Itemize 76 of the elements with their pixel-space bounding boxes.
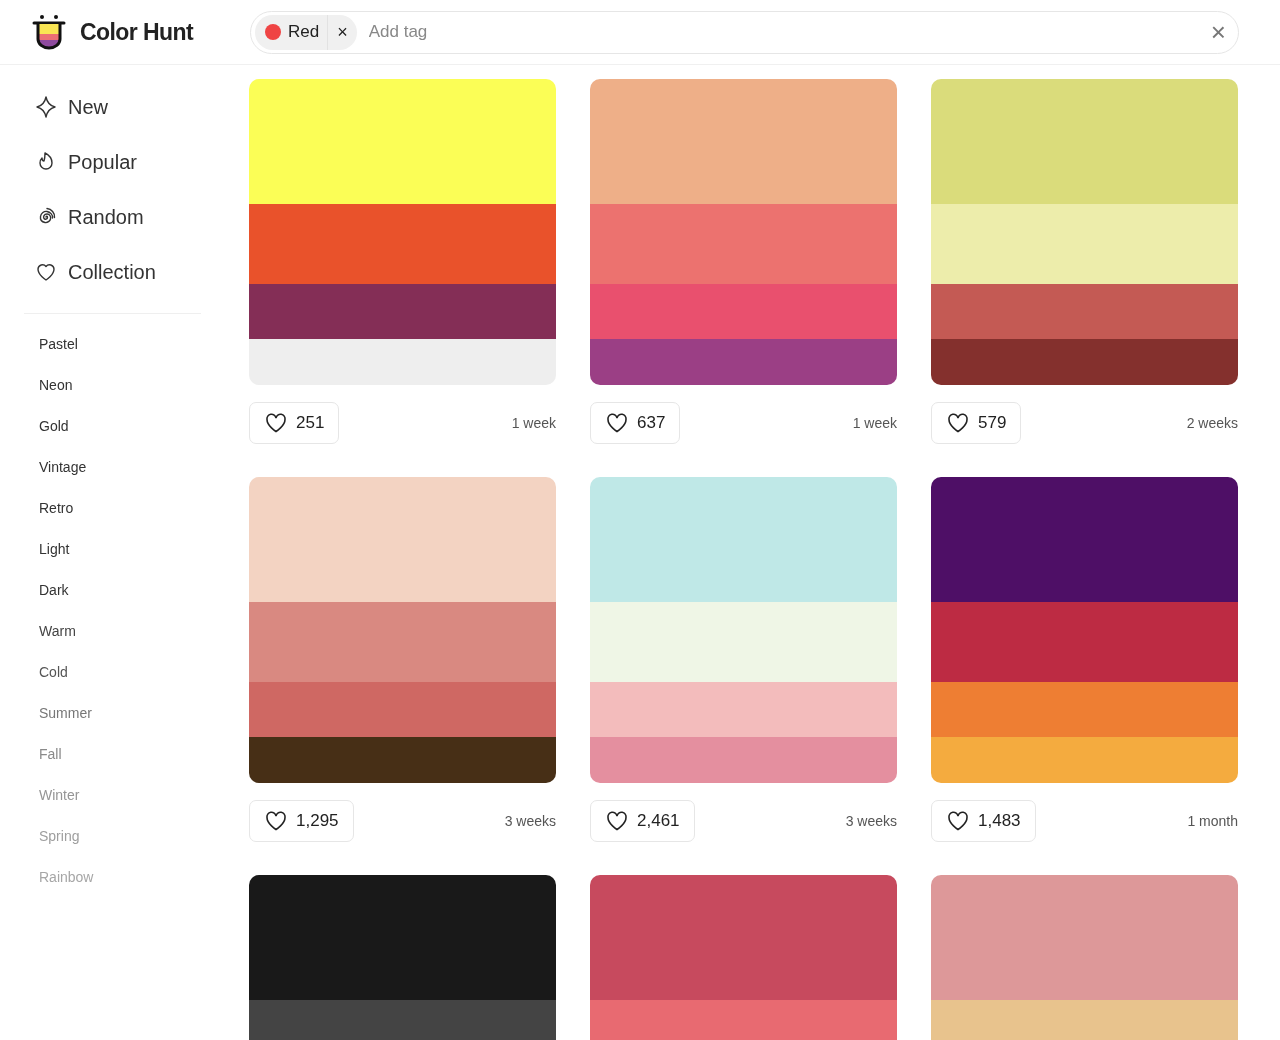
like-button[interactable]: 1,295	[249, 800, 354, 842]
color-palette[interactable]	[590, 477, 897, 783]
tag-link[interactable]: Retro	[39, 488, 249, 529]
tag-link[interactable]: Dark	[39, 570, 249, 611]
heart-icon	[264, 412, 288, 434]
palette-age: 1 week	[852, 413, 897, 433]
tag-link[interactable]: Fall	[39, 734, 249, 775]
color-swatch[interactable]	[931, 737, 1238, 783]
tag-link[interactable]: Cold	[39, 652, 249, 693]
tag-link[interactable]: Light	[39, 529, 249, 570]
tag-link[interactable]: Summer	[39, 693, 249, 734]
color-palette[interactable]	[590, 875, 897, 1040]
color-swatch[interactable]	[931, 204, 1238, 284]
tag-label: Red	[288, 21, 320, 44]
like-button[interactable]: 251	[249, 402, 340, 444]
color-palette[interactable]	[931, 79, 1238, 385]
color-swatch[interactable]	[931, 477, 1238, 602]
remove-tag-button[interactable]: ×	[327, 14, 357, 50]
palette-age: 3 weeks	[504, 811, 556, 831]
color-swatch[interactable]	[249, 204, 556, 284]
color-palette[interactable]	[931, 875, 1238, 1040]
color-swatch[interactable]	[249, 339, 556, 385]
nav-link[interactable]: New	[24, 79, 201, 134]
tag-link[interactable]: Neon	[39, 365, 249, 406]
heart-icon	[946, 810, 970, 832]
color-swatch[interactable]	[590, 284, 897, 339]
palette-age: 2 weeks	[1186, 413, 1238, 433]
color-swatch[interactable]	[249, 682, 556, 737]
add-tag-input[interactable]: Add tag	[368, 19, 1211, 45]
color-swatch[interactable]	[249, 79, 556, 204]
color-swatch[interactable]	[249, 477, 556, 602]
like-button[interactable]: 637	[590, 402, 681, 444]
color-swatch[interactable]	[590, 204, 897, 284]
palette-age: 3 weeks	[845, 811, 897, 831]
color-palette[interactable]	[931, 477, 1238, 783]
color-swatch[interactable]	[249, 737, 556, 783]
tag-link[interactable]: Pastel	[39, 324, 249, 365]
color-swatch[interactable]	[931, 284, 1238, 339]
color-palette[interactable]	[249, 79, 556, 385]
color-swatch[interactable]	[931, 602, 1238, 682]
color-swatch[interactable]	[249, 284, 556, 339]
clear-button[interactable]: ×	[1210, 19, 1226, 45]
nav-link[interactable]: Random	[24, 189, 201, 244]
color-palette[interactable]	[590, 79, 897, 385]
tag-link[interactable]: Vintage	[39, 447, 249, 488]
nav-link[interactable]: Collection	[24, 244, 201, 299]
color-swatch[interactable]	[590, 737, 897, 783]
tag-link[interactable]: Warm	[39, 611, 249, 652]
color-swatch[interactable]	[249, 875, 556, 1000]
color-swatch[interactable]	[590, 875, 897, 1000]
palette-age: 1 month	[1187, 811, 1238, 831]
like-button[interactable]: 579	[931, 402, 1022, 444]
heart-icon	[946, 412, 970, 434]
color-palette[interactable]	[249, 875, 556, 1040]
color-swatch[interactable]	[249, 602, 556, 682]
nav-link[interactable]: Popular	[24, 134, 201, 189]
heart-icon	[605, 412, 629, 434]
color-swatch[interactable]	[590, 477, 897, 602]
like-button[interactable]: 1,483	[931, 800, 1036, 842]
sparkle-icon	[34, 94, 58, 119]
color-swatch[interactable]	[590, 682, 897, 737]
color-swatch[interactable]	[931, 682, 1238, 737]
logo-icon	[30, 13, 68, 51]
color-swatch[interactable]	[931, 875, 1238, 1000]
heart-icon	[264, 810, 288, 832]
palette-age: 1 week	[511, 413, 556, 433]
color-swatch[interactable]	[931, 339, 1238, 385]
color-swatch[interactable]	[590, 339, 897, 385]
brand-name: Color Hunt	[80, 17, 194, 47]
like-button[interactable]: 2,461	[590, 800, 695, 842]
color-swatch[interactable]	[590, 602, 897, 682]
color-swatch[interactable]	[931, 79, 1238, 204]
color-swatch[interactable]	[590, 79, 897, 204]
tag-link[interactable]: Gold	[39, 406, 249, 447]
color-palette[interactable]	[249, 477, 556, 783]
heart-icon	[605, 810, 629, 832]
